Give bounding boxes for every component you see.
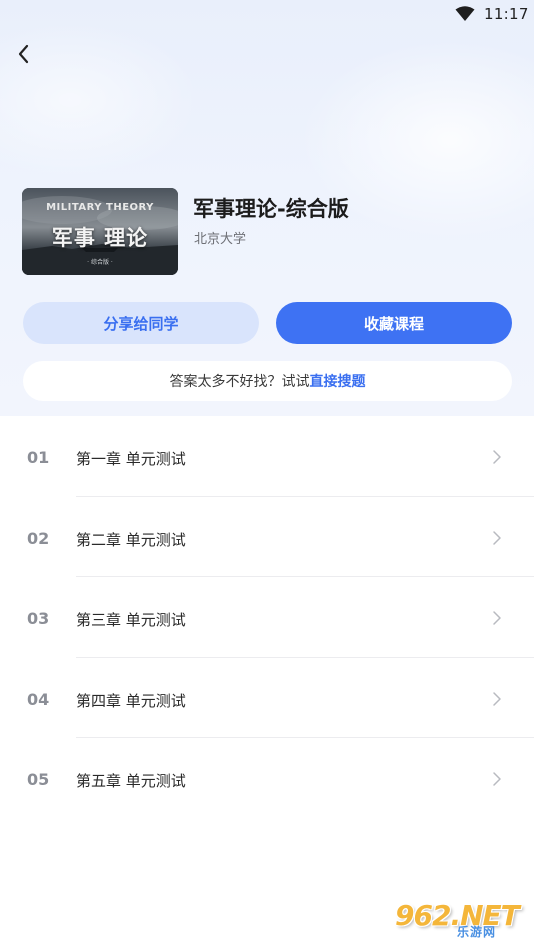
chapter-name: 第二章 单元测试 (76, 530, 186, 549)
direct-search-link[interactable]: 直接搜题 (310, 371, 366, 391)
chapter-number: 05 (27, 770, 50, 789)
cover-subtitle: · 综合版 · (87, 259, 113, 266)
favorite-button[interactable]: 收藏课程 (276, 302, 512, 344)
share-button[interactable]: 分享给同学 (23, 302, 259, 344)
chapter-number: 01 (27, 448, 50, 467)
chapter-item[interactable]: 01 第一章 单元测试 (0, 416, 534, 497)
chapter-name: 第五章 单元测试 (76, 772, 186, 790)
chapter-number: 02 (27, 528, 50, 548)
chapter-item[interactable]: 02 第二章 单元测试 (0, 497, 534, 577)
chapter-name: 第一章 单元测试 (76, 450, 186, 468)
cover-title-en: MILITARY THEORY (46, 202, 154, 213)
search-tip-banner: 答案太多不好找？试试 直接搜题 (23, 361, 512, 401)
chapter-item[interactable]: 04 第四章 单元测试 (0, 658, 534, 738)
cover-title-cn: 军事 理论 (51, 226, 149, 250)
chapter-number: 03 (27, 609, 50, 628)
course-cover-image: MILITARY THEORY 军事 理论 · 综合版 · (22, 188, 178, 275)
chapter-item[interactable]: 03 第三章 单元测试 (0, 577, 534, 658)
chevron-right-icon (493, 691, 501, 706)
chevron-right-icon (493, 530, 501, 545)
chevron-left-icon[interactable] (12, 40, 36, 68)
site-watermark-logo: 962.NET 乐游网 (393, 897, 531, 945)
chapter-list: 01 第一章 单元测试 02 第二章 单元测试 03 第三章 单元测试 04 第… (0, 416, 534, 819)
chapter-name: 第三章 单元测试 (76, 611, 186, 629)
search-tip-text: 答案太多不好找？试试 (169, 374, 310, 390)
chapter-number: 04 (27, 689, 50, 709)
chevron-right-icon (493, 772, 501, 786)
chapter-name: 第四章 单元测试 (76, 691, 186, 710)
status-bar: 11:17 (0, 0, 534, 30)
course-school: 北京大学 (194, 232, 247, 247)
course-title: 军事理论-综合版 (193, 197, 349, 221)
chevron-right-icon (493, 450, 501, 464)
chevron-right-icon (493, 611, 501, 625)
wifi-icon (455, 6, 475, 21)
chapter-item[interactable]: 05 第五章 单元测试 (0, 738, 534, 819)
status-time: 11:17 (484, 5, 529, 23)
watermark-site: 乐游网 (457, 925, 497, 939)
